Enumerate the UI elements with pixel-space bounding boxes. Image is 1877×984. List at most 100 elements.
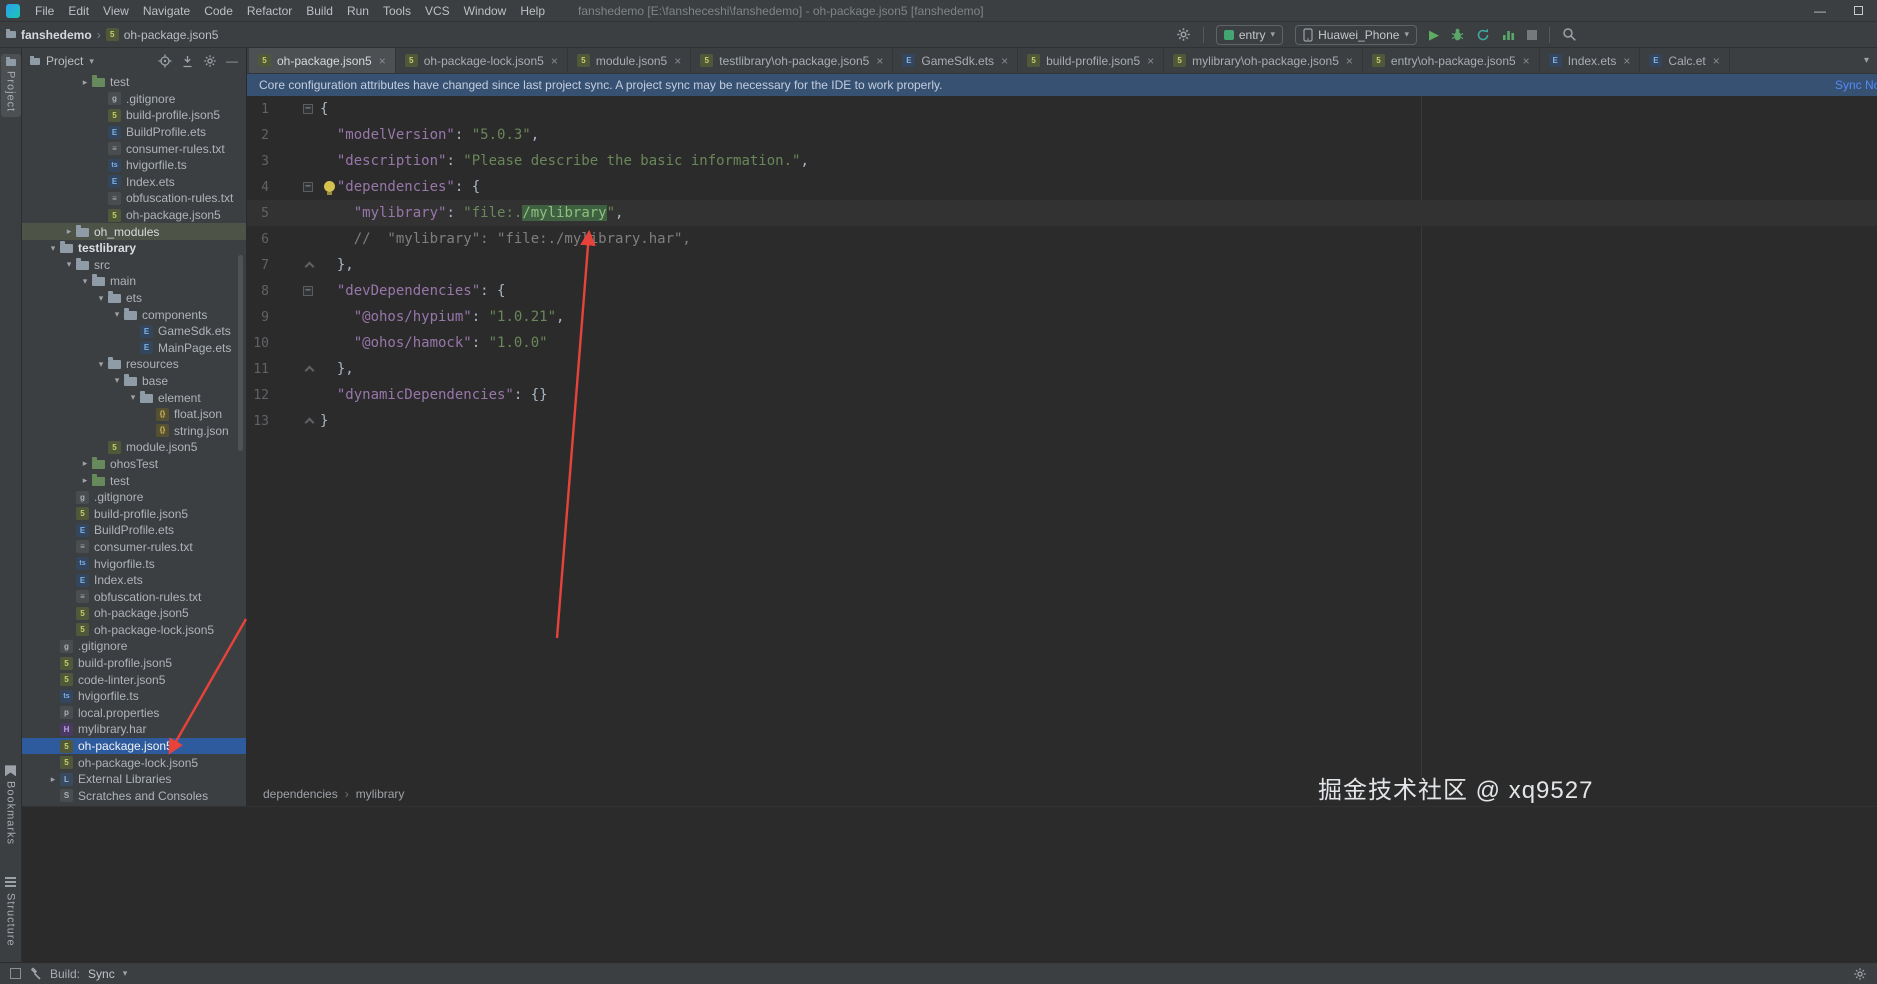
run-button[interactable]: ▶ xyxy=(1429,28,1439,41)
tool-window-button-project[interactable]: Project xyxy=(0,54,21,118)
maximize-button[interactable] xyxy=(1839,0,1877,22)
code-line[interactable]: 6 // "mylibrary": "file:./mylibrary.har"… xyxy=(247,226,1877,252)
editor-tab[interactable]: 5 build-profile.json5 × xyxy=(1018,48,1165,73)
collapse-all-icon[interactable] xyxy=(181,55,194,68)
menu-item-window[interactable]: Window xyxy=(457,0,514,22)
code-line[interactable]: 13} xyxy=(247,408,1877,434)
tree-item[interactable]: p local.properties xyxy=(22,705,246,722)
chevron-down-icon[interactable]: ▾ xyxy=(94,359,108,370)
editor-tab[interactable]: 5 oh-package.json5 × xyxy=(249,48,396,73)
tree-item[interactable]: ▸ ohosTest xyxy=(22,456,246,473)
tree-item[interactable]: 5 build-profile.json5 xyxy=(22,107,246,124)
chevron-down-icon[interactable]: ▾ xyxy=(94,293,108,304)
chevron-right-icon[interactable]: ▸ xyxy=(78,77,92,88)
chevron-down-icon[interactable]: ▾ xyxy=(110,375,124,386)
run-config-selector[interactable]: entry ▾ xyxy=(1215,24,1284,45)
profiler-icon[interactable] xyxy=(1502,28,1515,41)
tree-item[interactable]: ▸ test xyxy=(22,472,246,489)
tree-item[interactable]: ▾ base xyxy=(22,373,246,390)
locate-file-icon[interactable] xyxy=(158,54,172,68)
tree-item[interactable]: E Index.ets xyxy=(22,572,246,589)
tree-item[interactable]: ≡ consumer-rules.txt xyxy=(22,539,246,556)
close-tab-icon[interactable]: × xyxy=(1523,54,1530,68)
editor-tab[interactable]: 5 mylibrary\oh-package.json5 × xyxy=(1164,48,1363,73)
code-line[interactable]: 3 "description": "Please describe the ba… xyxy=(247,148,1877,174)
tree-item[interactable]: E Index.ets xyxy=(22,174,246,191)
tree-item[interactable]: 5 module.json5 xyxy=(22,439,246,456)
fold-end-icon[interactable] xyxy=(304,417,315,428)
code-line[interactable]: 12 "dynamicDependencies": {} xyxy=(247,382,1877,408)
menu-item-tools[interactable]: Tools xyxy=(376,0,418,22)
code-line[interactable]: 2 "modelVersion": "5.0.3", xyxy=(247,122,1877,148)
close-tab-icon[interactable]: × xyxy=(1623,54,1630,68)
code-line[interactable]: 11 }, xyxy=(247,356,1877,382)
code-line[interactable]: 9 "@ohos/hypium": "1.0.21", xyxy=(247,304,1877,330)
close-tab-icon[interactable]: × xyxy=(876,54,883,68)
editor-tab[interactable]: E Calc.et × xyxy=(1640,48,1730,73)
code-line[interactable]: 8 − "devDependencies": { xyxy=(247,278,1877,304)
editor-tab[interactable]: E GameSdk.ets × xyxy=(893,48,1019,73)
close-tab-icon[interactable]: × xyxy=(551,54,558,68)
tree-item[interactable]: ts hvigorfile.ts xyxy=(22,555,246,572)
close-tab-icon[interactable]: × xyxy=(674,54,681,68)
close-tab-icon[interactable]: × xyxy=(1346,54,1353,68)
device-selector[interactable]: Huawei_Phone ▾ xyxy=(1295,24,1417,45)
close-tab-icon[interactable]: × xyxy=(1147,54,1154,68)
breadcrumb-file[interactable]: oh-package.json5 xyxy=(124,28,219,42)
debug-bug-icon[interactable] xyxy=(1451,28,1464,42)
tree-item[interactable]: ≡ consumer-rules.txt xyxy=(22,140,246,157)
tool-window-button-structure[interactable]: Structure xyxy=(1,872,21,952)
breadcrumb-item[interactable]: dependencies xyxy=(263,787,338,801)
editor-tab[interactable]: 5 entry\oh-package.json5 × xyxy=(1363,48,1540,73)
menu-item-vcs[interactable]: VCS xyxy=(418,0,457,22)
tree-item[interactable]: ≡ obfuscation-rules.txt xyxy=(22,588,246,605)
build-status[interactable]: Sync xyxy=(88,967,115,981)
tree-item[interactable]: ▸ oh_modules xyxy=(22,223,246,240)
tree-item[interactable]: E MainPage.ets xyxy=(22,340,246,357)
fold-end-icon[interactable] xyxy=(304,365,315,376)
close-tab-icon[interactable]: × xyxy=(1713,54,1720,68)
gear-icon[interactable] xyxy=(1176,27,1191,42)
chevron-down-icon[interactable]: ▾ xyxy=(126,392,140,403)
menu-item-file[interactable]: File xyxy=(28,0,61,22)
code-line[interactable]: 1 −{ xyxy=(247,96,1877,122)
editor-tab[interactable]: 5 module.json5 × xyxy=(568,48,692,73)
menu-item-build[interactable]: Build xyxy=(299,0,340,22)
menu-item-edit[interactable]: Edit xyxy=(61,0,96,22)
breadcrumb-item[interactable]: mylibrary xyxy=(356,787,405,801)
minimize-button[interactable]: — xyxy=(1801,0,1839,22)
tree-item[interactable]: Hmylibrary.har xyxy=(22,721,246,738)
tree-item[interactable]: ▾ main xyxy=(22,273,246,290)
tree-item[interactable]: ▸ test xyxy=(22,74,246,91)
tree-item[interactable]: 5 build-profile.json5 xyxy=(22,505,246,522)
breadcrumb-project[interactable]: fanshedemo xyxy=(21,28,92,42)
tree-item[interactable]: ≡ obfuscation-rules.txt xyxy=(22,190,246,207)
tree-item[interactable]: g .gitignore xyxy=(22,638,246,655)
tree-item[interactable]: E BuildProfile.ets xyxy=(22,522,246,539)
fold-collapse-icon[interactable]: − xyxy=(303,286,313,296)
tool-window-button-bookmarks[interactable]: Bookmarks xyxy=(1,760,21,850)
tab-overflow-chevron-icon[interactable]: ▾ xyxy=(1856,48,1877,73)
chevron-right-icon[interactable]: ▸ xyxy=(78,475,92,486)
menu-item-run[interactable]: Run xyxy=(340,0,376,22)
hide-panel-icon[interactable]: — xyxy=(226,54,238,68)
close-tab-icon[interactable]: × xyxy=(379,54,386,68)
tree-item[interactable]: 5 oh-package-lock.json5 xyxy=(22,754,246,771)
tree-item[interactable]: ts hvigorfile.ts xyxy=(22,688,246,705)
close-tab-icon[interactable]: × xyxy=(1001,54,1008,68)
tree-item[interactable]: g .gitignore xyxy=(22,489,246,506)
tree-scrollbar[interactable] xyxy=(238,255,243,451)
fold-end-icon[interactable] xyxy=(304,261,315,272)
tree-item[interactable]: S Scratches and Consoles xyxy=(22,788,246,805)
tree-item[interactable]: g .gitignore xyxy=(22,91,246,108)
search-icon[interactable] xyxy=(1562,27,1577,42)
code-line[interactable]: 10 "@ohos/hamock": "1.0.0" xyxy=(247,330,1877,356)
chevron-down-icon[interactable]: ▾ xyxy=(123,968,128,979)
tree-item[interactable]: 5 code-linter.json5 xyxy=(22,671,246,688)
intention-bulb-icon[interactable] xyxy=(324,181,335,195)
panel-settings-gear-icon[interactable] xyxy=(203,54,217,68)
tree-item[interactable]: 5 oh-package-lock.json5 xyxy=(22,622,246,639)
tree-item[interactable]: {} float.json xyxy=(22,406,246,423)
menu-item-refactor[interactable]: Refactor xyxy=(240,0,299,22)
editor-tab[interactable]: E Index.ets × xyxy=(1540,48,1641,73)
